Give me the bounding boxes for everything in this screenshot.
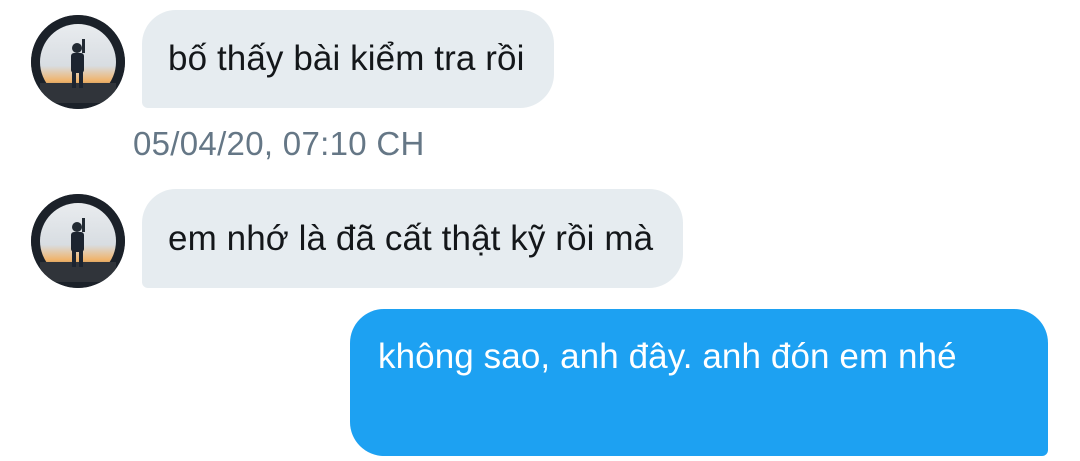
avatar-photo-icon: [31, 15, 125, 109]
message-text: bố thấy bài kiểm tra rồi: [168, 39, 525, 78]
message-text: không sao, anh đây. anh đón em nhé: [378, 337, 957, 376]
message-text: em nhớ là đã cất thật kỹ rồi mà: [168, 219, 654, 258]
avatar-photo-icon: [31, 194, 125, 288]
outgoing-message-bubble[interactable]: không sao, anh đây. anh đón em nhé: [350, 309, 1048, 456]
sender-avatar[interactable]: [31, 194, 125, 288]
message-timestamp: 05/04/20, 07:10 CH: [133, 125, 425, 162]
sender-avatar[interactable]: [31, 15, 125, 109]
incoming-message-bubble[interactable]: bố thấy bài kiểm tra rồi: [142, 10, 555, 108]
incoming-message-bubble[interactable]: em nhớ là đã cất thật kỹ rồi mà: [142, 189, 684, 288]
